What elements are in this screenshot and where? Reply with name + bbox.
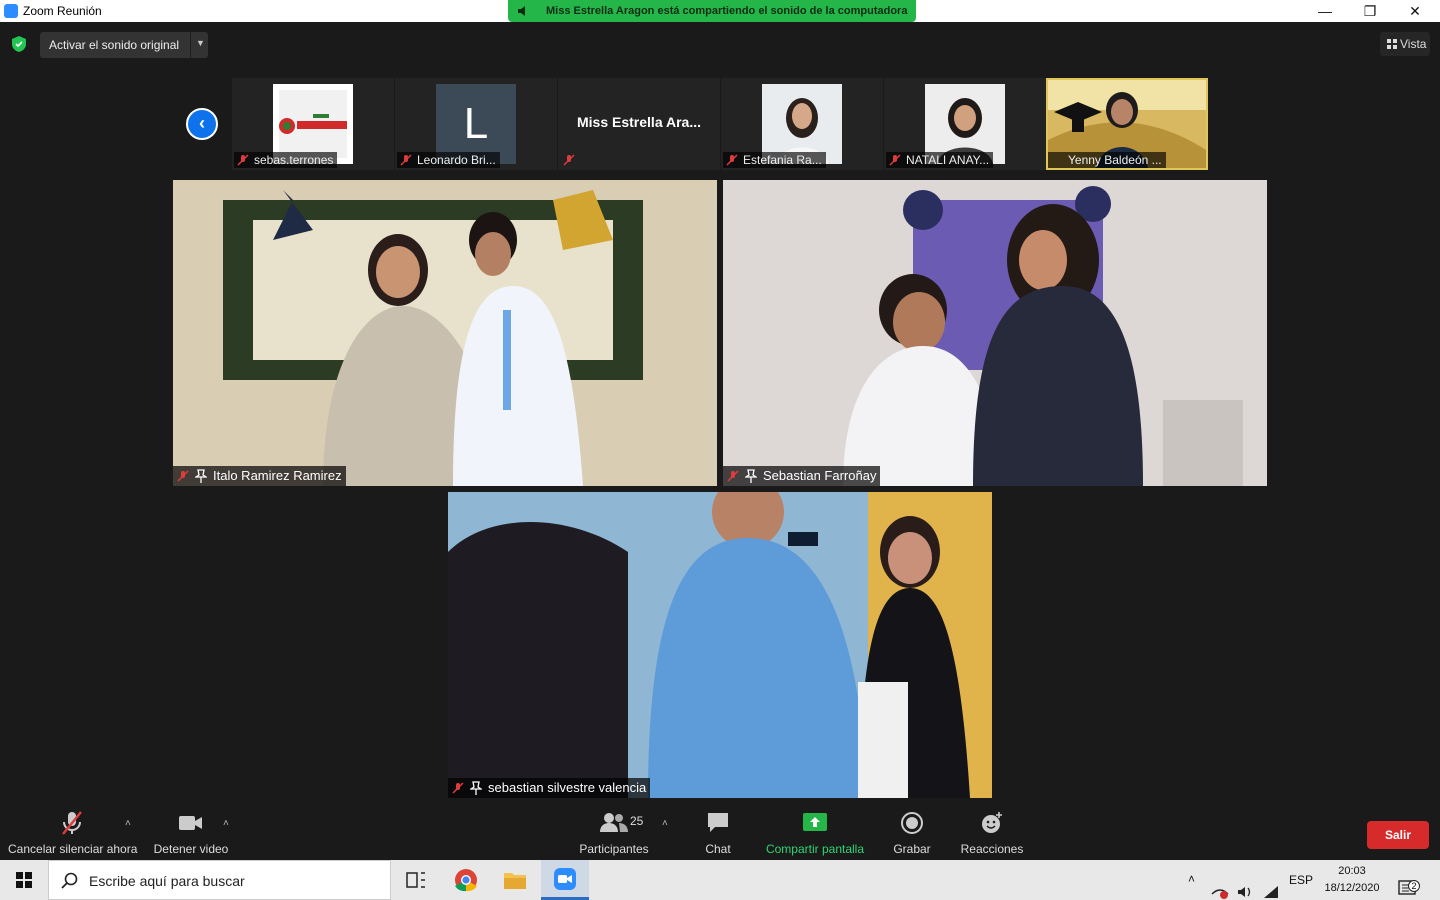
participant-name: Leonardo Bri... — [397, 152, 500, 168]
pin-icon — [745, 469, 757, 483]
reactions-label: Reacciones — [960, 842, 1024, 856]
grid-view-icon — [1387, 39, 1397, 49]
chevron-down-icon[interactable]: ▼ — [196, 38, 205, 48]
minimize-button[interactable]: — — [1302, 0, 1348, 22]
close-button[interactable]: ✕ — [1392, 0, 1438, 22]
record-icon — [901, 812, 923, 834]
stop-video-button[interactable]: Detener video — [150, 810, 232, 856]
dancing-couple-video — [448, 492, 992, 798]
view-label: Vista — [1400, 37, 1427, 51]
reactions-button[interactable]: Reacciones — [958, 810, 1026, 856]
leave-meeting-button[interactable]: Salir — [1367, 821, 1429, 849]
participant-name: Estefania Ra... — [723, 152, 826, 168]
muted-mic-icon — [177, 470, 189, 482]
muted-mic-icon — [563, 154, 575, 166]
participant-video-tile[interactable]: Italo Ramirez Ramirez — [173, 180, 717, 486]
muted-mic-icon — [889, 154, 901, 166]
volume-icon[interactable] — [1236, 872, 1254, 900]
zoom-app-taskbar-icon — [554, 868, 576, 890]
muted-mic-icon — [237, 154, 249, 166]
muted-mic-icon — [452, 782, 464, 794]
participants-icon — [600, 813, 628, 832]
participants-options-caret-icon[interactable]: ˄ — [662, 818, 668, 829]
task-view-icon[interactable] — [392, 860, 440, 900]
windows-start-icon[interactable] — [0, 860, 48, 900]
share-screen-icon — [803, 813, 827, 831]
speaker-icon — [518, 6, 525, 16]
view-button[interactable]: Vista — [1380, 32, 1430, 56]
muted-mic-icon — [400, 154, 412, 166]
wifi-icon[interactable] — [1262, 872, 1280, 900]
pin-icon — [470, 781, 482, 795]
muted-mic-icon — [62, 811, 82, 835]
participant-name: NATALI ANAY... — [886, 152, 994, 168]
window-title: Zoom Reunión — [23, 4, 102, 18]
audio-options-caret-icon[interactable]: ˄ — [125, 818, 131, 829]
title-bar: Zoom Reunión Miss Estrella Aragon está c… — [0, 0, 1440, 22]
taskbar-clock[interactable]: 20:03 18/12/2020 — [1316, 863, 1388, 897]
clock-time: 20:03 — [1338, 865, 1366, 877]
participants-label: Participantes — [579, 842, 649, 856]
encryption-shield-icon[interactable] — [12, 36, 26, 52]
smiley-reaction-icon — [982, 812, 1002, 833]
network-error-icon[interactable] — [1210, 872, 1230, 900]
dancing-couple-video — [723, 180, 1267, 486]
language-indicator[interactable]: ESP — [1289, 873, 1313, 900]
zoom-app-icon — [4, 4, 18, 18]
participant-name: sebas.terrones — [234, 152, 338, 168]
participant-thumbnail[interactable]: Miss Estrella Ara... — [558, 78, 720, 170]
divider — [190, 32, 191, 58]
zoom-taskbar-app[interactable] — [541, 860, 589, 900]
share-screen-button[interactable]: Compartir pantalla — [762, 810, 868, 856]
search-placeholder: Escribe aquí para buscar — [89, 873, 245, 889]
previous-page-button[interactable]: ‹ — [186, 108, 218, 140]
windows-taskbar: Escribe aquí para buscar ˄ ESP 20:03 18/… — [0, 860, 1440, 900]
active-speaker-thumbnail[interactable]: Yenny Baldeón ... — [1046, 78, 1208, 170]
chrome-icon[interactable] — [442, 860, 490, 900]
participant-video-tile[interactable]: sebastian silvestre valencia — [448, 492, 992, 798]
video-options-caret-icon[interactable]: ˄ — [223, 818, 229, 829]
chat-button[interactable]: Chat — [692, 810, 744, 856]
chat-label: Chat — [705, 842, 731, 856]
zoom-window: Zoom Reunión Miss Estrella Aragon está c… — [0, 0, 1440, 900]
stop-video-label: Detener video — [153, 842, 229, 856]
original-sound-button[interactable]: Activar el sonido original ▼ — [40, 32, 208, 58]
participant-display-name: Miss Estrella Ara... — [577, 114, 701, 130]
pin-icon — [195, 469, 207, 483]
file-explorer-icon[interactable] — [491, 860, 539, 900]
participant-thumbnail[interactable]: NATALI ANAY... — [884, 78, 1046, 170]
participants-count: 25 — [630, 814, 644, 828]
participant-thumbnail[interactable]: L Leonardo Bri... — [395, 78, 557, 170]
notification-count-badge: 2 — [1408, 880, 1420, 892]
unmute-button[interactable]: Cancelar silenciar ahora — [8, 810, 138, 856]
participant-name: Yenny Baldeón ... — [1048, 152, 1166, 168]
meeting-top-bar: Activar el sonido original ▼ Vista — [0, 22, 1440, 64]
participant-thumbnail[interactable]: Estefania Ra... — [721, 78, 883, 170]
muted-mic-icon — [727, 470, 739, 482]
record-label: Grabar — [893, 842, 931, 856]
video-camera-icon — [179, 816, 202, 830]
taskbar-search-box[interactable]: Escribe aquí para buscar — [48, 860, 391, 900]
participant-video-tile[interactable]: Sebastian Farroñay — [723, 180, 1267, 486]
sharing-sound-banner: Miss Estrella Aragon está compartiendo e… — [508, 0, 916, 22]
chat-bubble-icon — [708, 813, 728, 832]
muted-mic-icon — [726, 154, 738, 166]
dancing-couple-video — [173, 180, 717, 486]
participant-thumbnail[interactable]: sebas.terrones — [232, 78, 394, 170]
sharing-sound-text: Miss Estrella Aragon está compartiendo e… — [546, 5, 908, 17]
original-sound-label: Activar el sonido original — [49, 38, 180, 52]
show-hidden-icons-caret[interactable]: ˄ — [1188, 872, 1195, 900]
search-icon — [61, 872, 78, 889]
meeting-controls: Cancelar silenciar ahora ˄ Detener video… — [0, 804, 1440, 860]
unmute-label: Cancelar silenciar ahora — [8, 842, 138, 856]
clock-date: 18/12/2020 — [1324, 882, 1380, 894]
record-button[interactable]: Grabar — [886, 810, 938, 856]
restore-button[interactable]: ❐ — [1347, 0, 1393, 22]
share-screen-label: Compartir pantalla — [765, 842, 865, 856]
